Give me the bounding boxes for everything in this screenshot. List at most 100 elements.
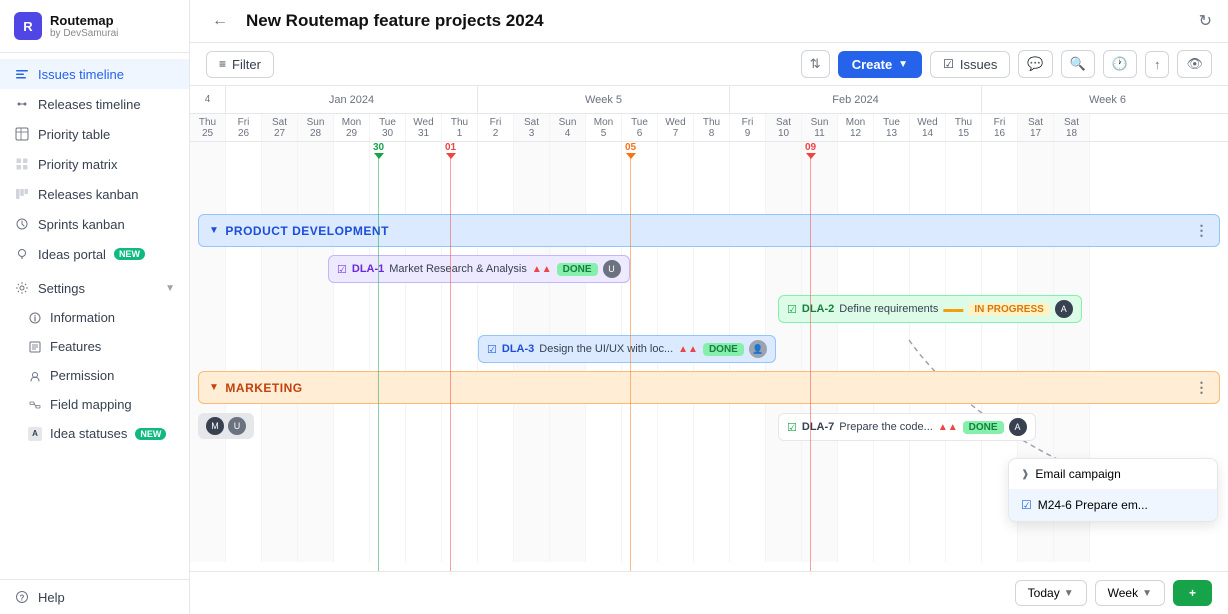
group-product-label: PRODUCT DEVELOPMENT [225, 224, 389, 238]
milestone-05[interactable]: 05 Start developing [625, 142, 636, 159]
toolbar: ≡ Filter ⇅ Create ▼ ☑ Issues 💬 🔍 🕐 ↑ 👁 [190, 43, 1228, 86]
marketing-avatar-bar[interactable]: M U [198, 413, 254, 439]
sidebar-logo[interactable]: R Routemap by DevSamurai [0, 0, 189, 53]
dla7-id: DLA-7 [802, 421, 834, 433]
sidebar-item-priority-matrix[interactable]: Priority matrix [0, 149, 189, 179]
group-product-development: ▼ PRODUCT DEVELOPMENT ⋮ ☑ DLA-1 Market R… [198, 214, 1220, 367]
issue-DLA-1[interactable]: ☑ DLA-1 Market Research & Analysis ▲▲ DO… [198, 251, 1220, 287]
day-wed31: Wed31 [406, 114, 442, 141]
sidebar-item-issues-timeline[interactable]: Issues timeline [0, 59, 189, 89]
group-menu-icon[interactable]: ⋮ [1195, 222, 1210, 239]
priority-icon-3: ▲▲ [678, 344, 698, 355]
check-icon-2: ☑ [787, 303, 797, 316]
issue-DLA-3[interactable]: ☑ DLA-3 Design the UI/UX with loc... ▲▲ … [198, 331, 1220, 367]
right-panel-item-email[interactable]: ❱ Email campaign [1009, 459, 1217, 490]
sidebar-item-information[interactable]: Information [0, 303, 189, 332]
day-wed14: Wed14 [910, 114, 946, 141]
week-labels-row: 4 Jan 2024 Week 5 Feb 2024 Week 6 Feb 20… [190, 86, 1228, 114]
m246-label: M24-6 Prepare em... [1038, 498, 1148, 512]
logo-icon: R [14, 12, 42, 40]
sidebar-item-label: Features [50, 339, 101, 354]
milestone-30-num: 30 [373, 142, 384, 153]
sidebar-item-label: Releases kanban [38, 187, 138, 202]
week-button[interactable]: Week ▼ [1095, 580, 1165, 606]
issue-DLA-2[interactable]: ☑ DLA-2 Define requirements ▬▬ IN PROGRE… [198, 291, 1220, 327]
group-marketing-header[interactable]: ▼ MARKETING ⋮ [198, 371, 1220, 404]
sidebar-item-releases-timeline[interactable]: Releases timeline [0, 89, 189, 119]
day-thu15: Thu15 [946, 114, 982, 141]
done-badge: DONE [557, 263, 598, 276]
back-button[interactable]: ← [206, 10, 234, 32]
view-button[interactable]: 👁 [1177, 50, 1212, 78]
sidebar-item-label: Ideas portal [38, 247, 106, 262]
sidebar-item-label: Priority table [38, 127, 110, 142]
sidebar-help[interactable]: ? Help [0, 579, 189, 614]
sort-icon: ⇅ [810, 56, 821, 71]
right-panel-item-m246[interactable]: ☑ M24-6 Prepare em... [1009, 490, 1217, 521]
day-sat27: Sat27 [262, 114, 298, 141]
green-action-button[interactable]: + [1173, 580, 1212, 606]
avatar-2: A [1055, 300, 1073, 318]
sidebar-item-label: Information [50, 310, 115, 325]
group-menu-icon-2[interactable]: ⋮ [1195, 379, 1210, 396]
check-icon-4: ☑ [787, 421, 797, 434]
milestone-09[interactable]: 09 Complete resear... [805, 142, 816, 159]
issue-DLA-7[interactable]: ☑ DLA-7 Prepare the code... ▲▲ DONE A [778, 413, 1036, 441]
create-button[interactable]: Create ▼ [838, 51, 922, 78]
day-fri26: Fri26 [226, 114, 262, 141]
sidebar-item-sprints-kanban[interactable]: Sprints kanban [0, 209, 189, 239]
sidebar-item-label: Permission [50, 368, 114, 383]
sidebar-item-label: Priority matrix [38, 157, 117, 172]
features-icon [28, 340, 42, 354]
priority-icon-4: ▲▲ [938, 422, 958, 433]
issues-label: Issues [960, 57, 998, 72]
issues-button[interactable]: ☑ Issues [930, 51, 1010, 78]
day-sun11: Sun11 [802, 114, 838, 141]
issues-icon: ☑ [943, 57, 954, 71]
settings-sub: Information Features Permission Field ma… [0, 303, 189, 448]
permission-icon [28, 369, 42, 383]
help-label: Help [38, 590, 65, 605]
dla1-id: DLA-1 [352, 263, 384, 275]
right-panel: ❱ Email campaign ☑ M24-6 Prepare em... [1008, 458, 1218, 522]
sidebar-item-ideas-portal[interactable]: Ideas portal NEW [0, 239, 189, 269]
settings-label: Settings [38, 281, 85, 296]
releases-icon [14, 96, 30, 112]
timeline-container[interactable]: 4 Jan 2024 Week 5 Feb 2024 Week 6 Feb 20… [190, 86, 1228, 571]
week5-label: Week 5 [478, 86, 730, 113]
done-badge-3: DONE [703, 343, 744, 356]
search-button[interactable]: 🔍 [1061, 50, 1095, 78]
milestone-09-num: 09 [805, 142, 816, 153]
refresh-button[interactable]: ↻ [1199, 11, 1212, 31]
today-button[interactable]: Today ▼ [1015, 580, 1087, 606]
sidebar-item-field-mapping[interactable]: Field mapping [0, 390, 189, 419]
settings-header[interactable]: Settings ▼ [0, 273, 189, 303]
milestone-30[interactable]: 30 Finish testing fe... [373, 142, 384, 159]
logo-sub: by DevSamurai [50, 28, 118, 39]
dla2-id: DLA-2 [802, 303, 834, 315]
email-campaign-label: Email campaign [1035, 467, 1120, 481]
sidebar-item-priority-table[interactable]: Priority table [0, 119, 189, 149]
sidebar-item-features[interactable]: Features [0, 332, 189, 361]
sort-button[interactable]: ⇅ [801, 50, 830, 78]
milestone-01[interactable]: 01 Bug fix [445, 142, 456, 159]
sidebar-item-permission[interactable]: Permission [0, 361, 189, 390]
sidebar-item-idea-statuses[interactable]: A Idea statuses NEW [0, 419, 189, 448]
check-icon-panel: ☑ [1021, 498, 1032, 512]
avatar-1: U [603, 260, 621, 278]
sidebar-item-releases-kanban[interactable]: Releases kanban [0, 179, 189, 209]
filter-label: Filter [232, 57, 261, 72]
sidebar: R Routemap by DevSamurai Issues timeline… [0, 0, 190, 614]
chat-button[interactable]: 💬 [1018, 50, 1052, 78]
clock-button[interactable]: 🕐 [1103, 50, 1137, 78]
filter-button[interactable]: ≡ Filter [206, 51, 274, 78]
day-sun4: Sun4 [550, 114, 586, 141]
create-label: Create [852, 57, 892, 72]
day-thu8: Thu8 [694, 114, 730, 141]
share-button[interactable]: ↑ [1145, 51, 1170, 78]
dla3-id: DLA-3 [502, 343, 534, 355]
marketing-row-1: M U ☑ DLA-7 Prepare the code... ▲▲ DONE … [198, 408, 1220, 448]
day-sat17: Sat17 [1018, 114, 1054, 141]
group-marketing: ▼ MARKETING ⋮ M U ☑ DLA-7 [198, 371, 1220, 448]
group-product-header[interactable]: ▼ PRODUCT DEVELOPMENT ⋮ [198, 214, 1220, 247]
